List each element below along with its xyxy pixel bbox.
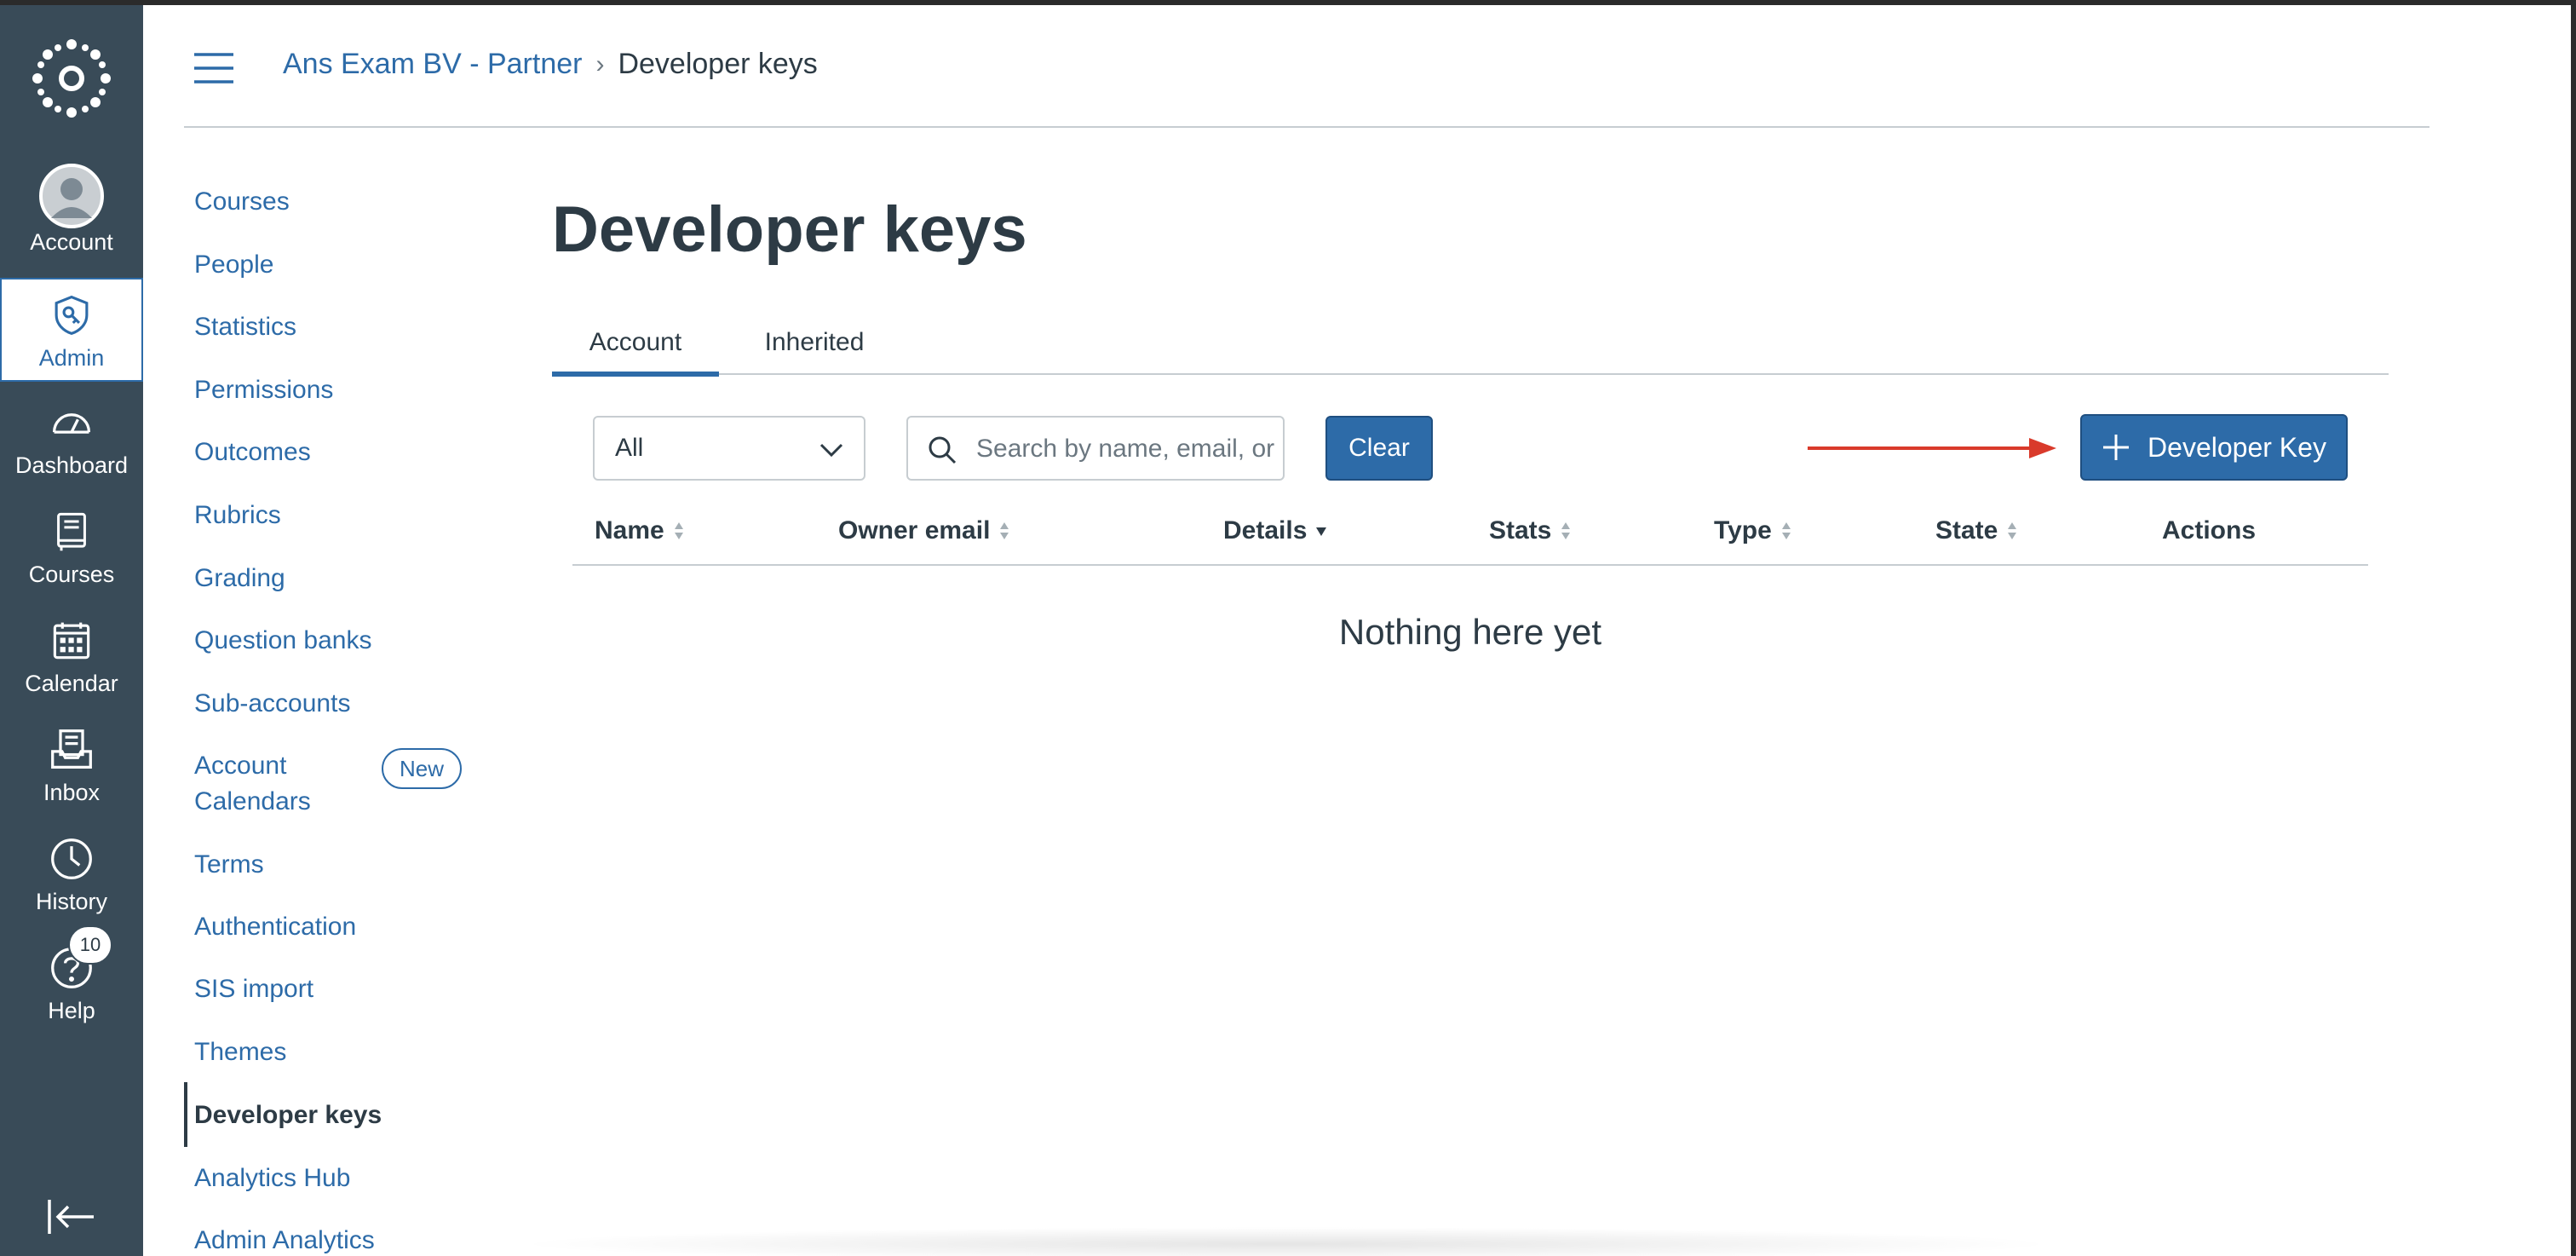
subnav-item-sub-accounts[interactable]: Sub-accounts (194, 686, 350, 722)
subnav-item-account-calendars[interactable]: Account Calendars (194, 748, 311, 820)
sort-icon (1561, 522, 1571, 539)
dashboard-gauge-icon (48, 399, 95, 447)
footer-shadow (511, 1227, 2061, 1256)
filter-selected-value: All (615, 434, 644, 462)
subnav-item-label: Calendars (194, 787, 311, 815)
window-top-edge (0, 0, 2576, 5)
page-title: Developer keys (552, 193, 1027, 266)
tab-list: Account Inherited (552, 310, 2389, 377)
subnav-item-outcomes[interactable]: Outcomes (194, 435, 311, 470)
global-nav-label: Inbox (43, 780, 101, 805)
subnav-item-sis-import[interactable]: SIS import (194, 971, 313, 1007)
subnav-item-rubrics[interactable]: Rubrics (194, 498, 281, 533)
tab-inherited[interactable]: Inherited (739, 310, 889, 375)
developer-keys-table-header: Name Owner email Details Stats Type Stat… (572, 508, 2368, 566)
sort-icon (1781, 522, 1791, 539)
subnav-active-indicator (184, 1082, 187, 1147)
sort-descending-icon (1316, 527, 1327, 536)
sort-icon (2008, 522, 2017, 539)
breadcrumb-current: Developer keys (618, 48, 818, 80)
new-badge: New (382, 748, 462, 789)
global-nav-label: Calendar (25, 671, 118, 696)
column-header-label: Name (595, 516, 664, 544)
chevron-down-icon (819, 443, 843, 458)
global-nav-admin[interactable]: Admin (0, 278, 143, 382)
book-icon (48, 508, 95, 556)
column-header-label: Actions (2162, 516, 2257, 544)
subnav-item-admin-analytics[interactable]: Admin Analytics (194, 1223, 375, 1256)
column-header-type[interactable]: Type (1714, 516, 1792, 545)
chevron-right-icon: › (595, 49, 605, 78)
global-nav-label: Account (30, 229, 113, 255)
clock-icon (48, 835, 95, 883)
global-nav-courses[interactable]: Courses (0, 496, 143, 602)
subnav-item-statistics[interactable]: Statistics (194, 309, 296, 345)
global-nav-label: Courses (28, 562, 115, 587)
shield-key-icon (48, 291, 95, 339)
global-nav-history[interactable]: History (0, 823, 143, 929)
subnav-item-label: Account (194, 752, 287, 780)
key-filter-select[interactable]: All (593, 416, 865, 481)
subnav-item-courses[interactable]: Courses (194, 184, 290, 220)
global-nav-calendar[interactable]: Calendar (0, 605, 143, 711)
inbox-icon (48, 726, 95, 774)
global-nav-label: History (35, 889, 107, 914)
header-divider (184, 126, 2429, 128)
column-header-details[interactable]: Details (1223, 516, 1327, 545)
subnav-item-people[interactable]: People (194, 247, 273, 283)
column-header-label: Details (1223, 516, 1308, 544)
add-developer-key-label: Developer Key (2148, 431, 2326, 463)
add-developer-key-button[interactable]: Developer Key (2080, 414, 2348, 481)
calendar-icon (48, 617, 95, 665)
subnav-item-developer-keys[interactable]: Developer keys (194, 1098, 382, 1133)
avatar (39, 164, 104, 228)
collapse-nav-icon[interactable] (46, 1195, 97, 1239)
help-notification-badge: 10 (68, 925, 112, 965)
column-header-owner-email[interactable]: Owner email (838, 516, 1010, 545)
breadcrumb-account-link[interactable]: Ans Exam BV - Partner (283, 48, 582, 81)
global-nav-label: Dashboard (14, 452, 129, 478)
global-nav-inbox[interactable]: Inbox (0, 714, 143, 820)
search-box (906, 416, 1285, 481)
breadcrumb: Ans Exam BV - Partner › Developer keys (283, 48, 818, 81)
global-nav-label: Help (48, 998, 95, 1023)
annotation-arrow-icon (1808, 438, 2056, 458)
search-icon (929, 436, 957, 464)
subnav-item-permissions[interactable]: Permissions (194, 372, 333, 408)
subnav-item-question-banks[interactable]: Question banks (194, 623, 371, 659)
search-input[interactable] (976, 428, 1274, 470)
subnav-item-themes[interactable]: Themes (194, 1034, 286, 1070)
subnav-item-terms[interactable]: Terms (194, 847, 264, 883)
global-nav-account[interactable]: Account (0, 153, 143, 259)
hamburger-menu-icon[interactable] (193, 51, 235, 85)
window-right-edge (2571, 0, 2576, 1256)
plus-icon (2103, 435, 2130, 460)
sort-icon (1000, 522, 1009, 539)
clear-button[interactable]: Clear (1325, 416, 1433, 481)
global-nav-label: Admin (38, 345, 105, 371)
global-navigation: Account Admin Dashboard Courses Calendar… (0, 0, 143, 1256)
canvas-logo-icon[interactable] (32, 39, 111, 118)
column-header-stats[interactable]: Stats (1489, 516, 1572, 545)
sort-icon (674, 522, 683, 539)
column-header-label: Stats (1489, 516, 1552, 544)
column-header-label: State (1935, 516, 1998, 544)
column-header-state[interactable]: State (1935, 516, 2018, 545)
subnav-item-grading[interactable]: Grading (194, 561, 285, 596)
column-header-actions: Actions (2162, 516, 2256, 545)
empty-table-message: Nothing here yet (1338, 612, 1602, 652)
tab-account[interactable]: Account (552, 310, 719, 377)
subnav-item-analytics-hub[interactable]: Analytics Hub (194, 1161, 350, 1196)
subnav-item-authentication[interactable]: Authentication (194, 909, 356, 945)
column-header-label: Owner email (838, 516, 991, 544)
column-header-name[interactable]: Name (595, 516, 685, 545)
global-nav-dashboard[interactable]: Dashboard (0, 387, 143, 493)
column-header-label: Type (1714, 516, 1772, 544)
